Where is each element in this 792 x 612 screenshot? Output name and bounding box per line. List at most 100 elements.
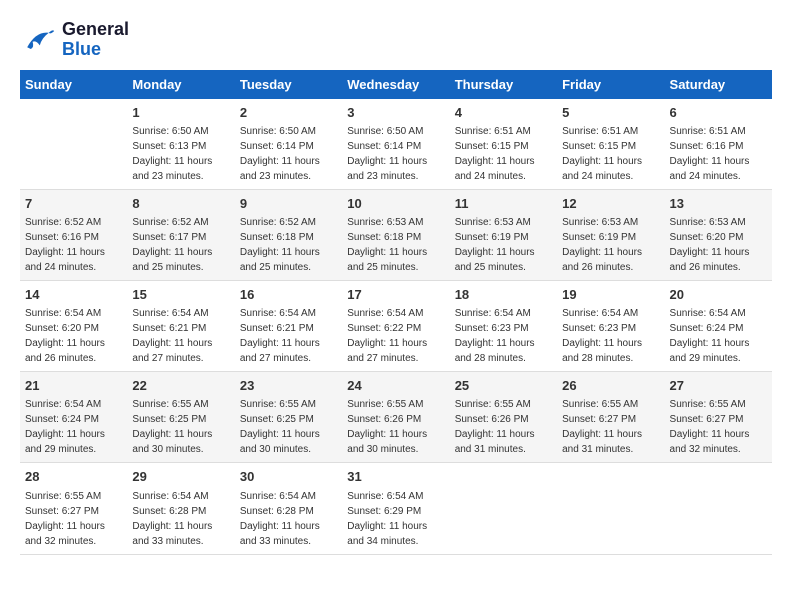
day-number: 29 — [132, 468, 229, 486]
day-number: 11 — [455, 195, 552, 213]
day-number: 16 — [240, 286, 337, 304]
day-number: 27 — [670, 377, 767, 395]
cell-info: Sunrise: 6:54 AMSunset: 6:28 PMDaylight:… — [240, 491, 320, 547]
calendar-cell: 7 Sunrise: 6:52 AMSunset: 6:16 PMDaylight… — [20, 189, 127, 280]
calendar-cell: 15 Sunrise: 6:54 AMSunset: 6:21 PMDayligh… — [127, 280, 234, 371]
day-number: 6 — [670, 104, 767, 122]
day-number: 9 — [240, 195, 337, 213]
cell-info: Sunrise: 6:50 AMSunset: 6:14 PMDaylight:… — [240, 126, 320, 182]
cell-info: Sunrise: 6:54 AMSunset: 6:29 PMDaylight:… — [347, 491, 427, 547]
cell-info: Sunrise: 6:51 AMSunset: 6:16 PMDaylight:… — [670, 126, 750, 182]
day-number: 20 — [670, 286, 767, 304]
weekday-header: Monday — [127, 70, 234, 99]
calendar-cell: 26 Sunrise: 6:55 AMSunset: 6:27 PMDayligh… — [557, 372, 664, 463]
cell-info: Sunrise: 6:53 AMSunset: 6:18 PMDaylight:… — [347, 217, 427, 273]
cell-info: Sunrise: 6:50 AMSunset: 6:14 PMDaylight:… — [347, 126, 427, 182]
cell-info: Sunrise: 6:53 AMSunset: 6:19 PMDaylight:… — [562, 217, 642, 273]
calendar-cell — [665, 463, 772, 554]
cell-info: Sunrise: 6:52 AMSunset: 6:18 PMDaylight:… — [240, 217, 320, 273]
calendar-cell: 29 Sunrise: 6:54 AMSunset: 6:28 PMDayligh… — [127, 463, 234, 554]
day-number: 12 — [562, 195, 659, 213]
day-number: 10 — [347, 195, 444, 213]
cell-info: Sunrise: 6:54 AMSunset: 6:23 PMDaylight:… — [562, 308, 642, 364]
day-number: 15 — [132, 286, 229, 304]
cell-info: Sunrise: 6:55 AMSunset: 6:27 PMDaylight:… — [562, 399, 642, 455]
calendar-cell: 19Sunrise: 6:54 AMSunset: 6:23 PMDayligh… — [557, 280, 664, 371]
day-number: 7 — [25, 195, 122, 213]
day-number: 24 — [347, 377, 444, 395]
cell-info: Sunrise: 6:55 AMSunset: 6:26 PMDaylight:… — [347, 399, 427, 455]
calendar-cell: 24 Sunrise: 6:55 AMSunset: 6:26 PMDayligh… — [342, 372, 449, 463]
calendar-cell: 31 Sunrise: 6:54 AMSunset: 6:29 PMDayligh… — [342, 463, 449, 554]
calendar-cell: 13 Sunrise: 6:53 AMSunset: 6:20 PMDayligh… — [665, 189, 772, 280]
day-number: 4 — [455, 104, 552, 122]
calendar-cell: 12 Sunrise: 6:53 AMSunset: 6:19 PMDayligh… — [557, 189, 664, 280]
calendar-week-row: 21 Sunrise: 6:54 AMSunset: 6:24 PMDayligh… — [20, 372, 772, 463]
calendar-cell: 8 Sunrise: 6:52 AMSunset: 6:17 PMDaylight… — [127, 189, 234, 280]
calendar-week-row: 14 Sunrise: 6:54 AMSunset: 6:20 PMDayligh… — [20, 280, 772, 371]
page-header: General Blue — [20, 20, 772, 60]
calendar-cell — [450, 463, 557, 554]
weekday-header: Friday — [557, 70, 664, 99]
calendar-cell: 27 Sunrise: 6:55 AMSunset: 6:27 PMDayligh… — [665, 372, 772, 463]
day-number: 8 — [132, 195, 229, 213]
cell-info: Sunrise: 6:52 AMSunset: 6:16 PMDaylight:… — [25, 217, 105, 273]
calendar-cell: 10 Sunrise: 6:53 AMSunset: 6:18 PMDayligh… — [342, 189, 449, 280]
calendar-table: SundayMondayTuesdayWednesdayThursdayFrid… — [20, 70, 772, 555]
calendar-cell: 16 Sunrise: 6:54 AMSunset: 6:21 PMDayligh… — [235, 280, 342, 371]
calendar-cell: 5Sunrise: 6:51 AMSunset: 6:15 PMDaylight… — [557, 99, 664, 190]
calendar-cell: 20 Sunrise: 6:54 AMSunset: 6:24 PMDayligh… — [665, 280, 772, 371]
day-number: 26 — [562, 377, 659, 395]
day-number: 21 — [25, 377, 122, 395]
calendar-week-row: 1Sunrise: 6:50 AMSunset: 6:13 PMDaylight… — [20, 99, 772, 190]
weekday-header: Thursday — [450, 70, 557, 99]
weekday-header: Sunday — [20, 70, 127, 99]
cell-info: Sunrise: 6:54 AMSunset: 6:28 PMDaylight:… — [132, 491, 212, 547]
cell-info: Sunrise: 6:55 AMSunset: 6:27 PMDaylight:… — [670, 399, 750, 455]
calendar-cell: 1Sunrise: 6:50 AMSunset: 6:13 PMDaylight… — [127, 99, 234, 190]
day-number: 22 — [132, 377, 229, 395]
calendar-cell — [20, 99, 127, 190]
cell-info: Sunrise: 6:52 AMSunset: 6:17 PMDaylight:… — [132, 217, 212, 273]
day-number: 25 — [455, 377, 552, 395]
cell-info: Sunrise: 6:55 AMSunset: 6:27 PMDaylight:… — [25, 491, 105, 547]
day-number: 31 — [347, 468, 444, 486]
cell-info: Sunrise: 6:51 AMSunset: 6:15 PMDaylight:… — [562, 126, 642, 182]
weekday-header: Saturday — [665, 70, 772, 99]
day-number: 2 — [240, 104, 337, 122]
calendar-cell: 28 Sunrise: 6:55 AMSunset: 6:27 PMDayligh… — [20, 463, 127, 554]
calendar-cell: 14 Sunrise: 6:54 AMSunset: 6:20 PMDayligh… — [20, 280, 127, 371]
logo: General Blue — [20, 20, 129, 60]
cell-info: Sunrise: 6:55 AMSunset: 6:25 PMDaylight:… — [240, 399, 320, 455]
cell-info: Sunrise: 6:54 AMSunset: 6:20 PMDaylight:… — [25, 308, 105, 364]
logo-text: General Blue — [62, 20, 129, 60]
weekday-header: Tuesday — [235, 70, 342, 99]
day-number: 1 — [132, 104, 229, 122]
calendar-cell: 2 Sunrise: 6:50 AMSunset: 6:14 PMDaylight… — [235, 99, 342, 190]
day-number: 3 — [347, 104, 444, 122]
cell-info: Sunrise: 6:54 AMSunset: 6:24 PMDaylight:… — [25, 399, 105, 455]
cell-info: Sunrise: 6:53 AMSunset: 6:20 PMDaylight:… — [670, 217, 750, 273]
cell-info: Sunrise: 6:54 AMSunset: 6:21 PMDaylight:… — [240, 308, 320, 364]
calendar-cell: 9 Sunrise: 6:52 AMSunset: 6:18 PMDaylight… — [235, 189, 342, 280]
calendar-week-row: 28 Sunrise: 6:55 AMSunset: 6:27 PMDayligh… — [20, 463, 772, 554]
cell-info: Sunrise: 6:54 AMSunset: 6:24 PMDaylight:… — [670, 308, 750, 364]
cell-info: Sunrise: 6:54 AMSunset: 6:21 PMDaylight:… — [132, 308, 212, 364]
calendar-cell: 17Sunrise: 6:54 AMSunset: 6:22 PMDayligh… — [342, 280, 449, 371]
day-number: 30 — [240, 468, 337, 486]
calendar-cell: 3 Sunrise: 6:50 AMSunset: 6:14 PMDaylight… — [342, 99, 449, 190]
cell-info: Sunrise: 6:54 AMSunset: 6:22 PMDaylight:… — [347, 308, 427, 364]
calendar-cell: 23Sunrise: 6:55 AMSunset: 6:25 PMDayligh… — [235, 372, 342, 463]
calendar-cell: 11Sunrise: 6:53 AMSunset: 6:19 PMDayligh… — [450, 189, 557, 280]
weekday-header: Wednesday — [342, 70, 449, 99]
day-number: 28 — [25, 468, 122, 486]
calendar-cell: 18 Sunrise: 6:54 AMSunset: 6:23 PMDayligh… — [450, 280, 557, 371]
day-number: 13 — [670, 195, 767, 213]
cell-info: Sunrise: 6:55 AMSunset: 6:25 PMDaylight:… — [132, 399, 212, 455]
calendar-cell — [557, 463, 664, 554]
calendar-cell: 4Sunrise: 6:51 AMSunset: 6:15 PMDaylight… — [450, 99, 557, 190]
day-number: 14 — [25, 286, 122, 304]
cell-info: Sunrise: 6:54 AMSunset: 6:23 PMDaylight:… — [455, 308, 535, 364]
calendar-week-row: 7 Sunrise: 6:52 AMSunset: 6:16 PMDaylight… — [20, 189, 772, 280]
day-number: 18 — [455, 286, 552, 304]
